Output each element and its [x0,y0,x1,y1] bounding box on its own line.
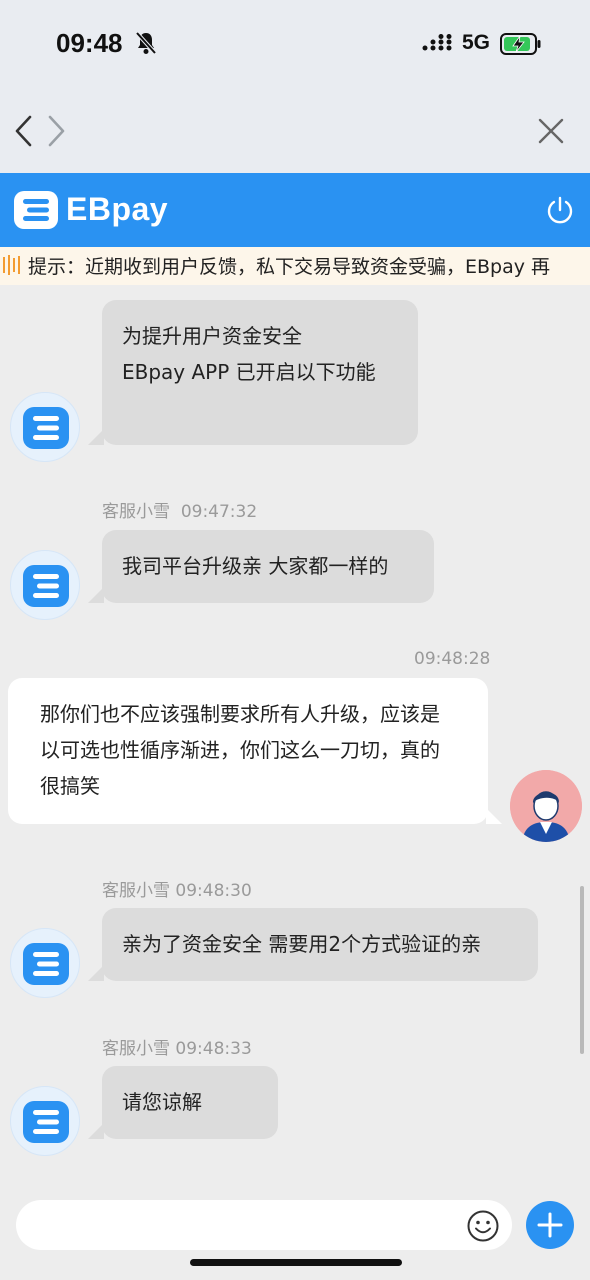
message-line: 请您谅解 [122,1090,202,1114]
smiley-icon[interactable] [466,1209,500,1243]
message-bubble: 我司平台升级亲 大家都一样的 [88,530,434,603]
chat-scrollbar[interactable] [580,886,584,1054]
person-icon [510,770,582,842]
signal-icon [422,34,452,51]
plus-icon [537,1212,563,1238]
network-type: 5G [462,31,491,54]
message-time: 09:48:33 [175,1039,252,1059]
message-line: 亲为了资金安全 需要用2个方式验证的亲 [122,932,482,956]
agent-avatar [10,550,80,620]
message-bubble: 那你们也不应该强制要求所有人升级，应该是 以可选也性循序渐进，你们这么一刀切，真… [8,678,502,824]
close-icon[interactable] [536,116,566,146]
ebpay-logo-icon [23,407,69,449]
message-time: 09:48:30 [175,881,252,901]
sender-name: 客服小雪 [102,881,170,901]
message-meta: 客服小雪 09:47:32 [102,497,257,522]
back-icon[interactable] [12,114,36,148]
agent-avatar [10,1086,80,1156]
ebpay-logo-icon [23,565,69,607]
message-bubble: 为提升用户资金安全 EBpay APP 已开启以下功能 [88,300,418,445]
status-bar: 09:48 5G [0,0,590,88]
sound-wave-icon [3,255,20,275]
message-bubble: 亲为了资金安全 需要用2个方式验证的亲 [88,908,538,981]
message-meta: 客服小雪 09:48:30 [102,876,252,901]
app-header: EBpay [0,173,590,247]
user-avatar [510,770,582,842]
message-line: 那你们也不应该强制要求所有人升级，应该是 [40,702,440,726]
power-icon[interactable] [544,195,576,227]
sender-name: 客服小雪 [102,1039,170,1059]
notice-banner: 提示：近期收到用户反馈，私下交易导致资金受骗，EBpay 再 [0,247,590,285]
status-time: 09:48 [56,28,123,58]
forward-icon[interactable] [44,114,68,148]
ebpay-logo-icon [23,943,69,985]
sender-name: 客服小雪 [102,502,170,522]
message-line: 我司平台升级亲 大家都一样的 [122,554,389,578]
brand-name: EBpay [66,191,169,227]
message-line: 以可选也性循序渐进，你们这么一刀切，真的 [40,738,440,762]
message-time: 09:47:32 [180,502,258,522]
message-bubble: 请您谅解 [88,1066,278,1139]
agent-avatar [10,392,80,462]
notice-text: 提示：近期收到用户反馈，私下交易导致资金受骗，EBpay 再 [28,256,551,278]
message-meta: 客服小雪 09:48:33 [102,1034,252,1059]
message-line: EBpay APP 已开启以下功能 [122,360,376,384]
agent-avatar [10,928,80,998]
browser-nav-bar [0,88,590,173]
add-button[interactable] [526,1201,574,1249]
message-input[interactable] [16,1200,512,1250]
message-line: 为提升用户资金安全 [122,324,302,348]
ebpay-logo-icon [14,191,58,229]
message-time: 09:48:28 [414,649,491,669]
home-indicator [190,1259,402,1266]
bell-muted-icon [135,31,157,55]
ebpay-logo-icon [23,1101,69,1143]
battery-charging-icon [500,33,541,55]
message-line: 很搞笑 [40,774,100,798]
